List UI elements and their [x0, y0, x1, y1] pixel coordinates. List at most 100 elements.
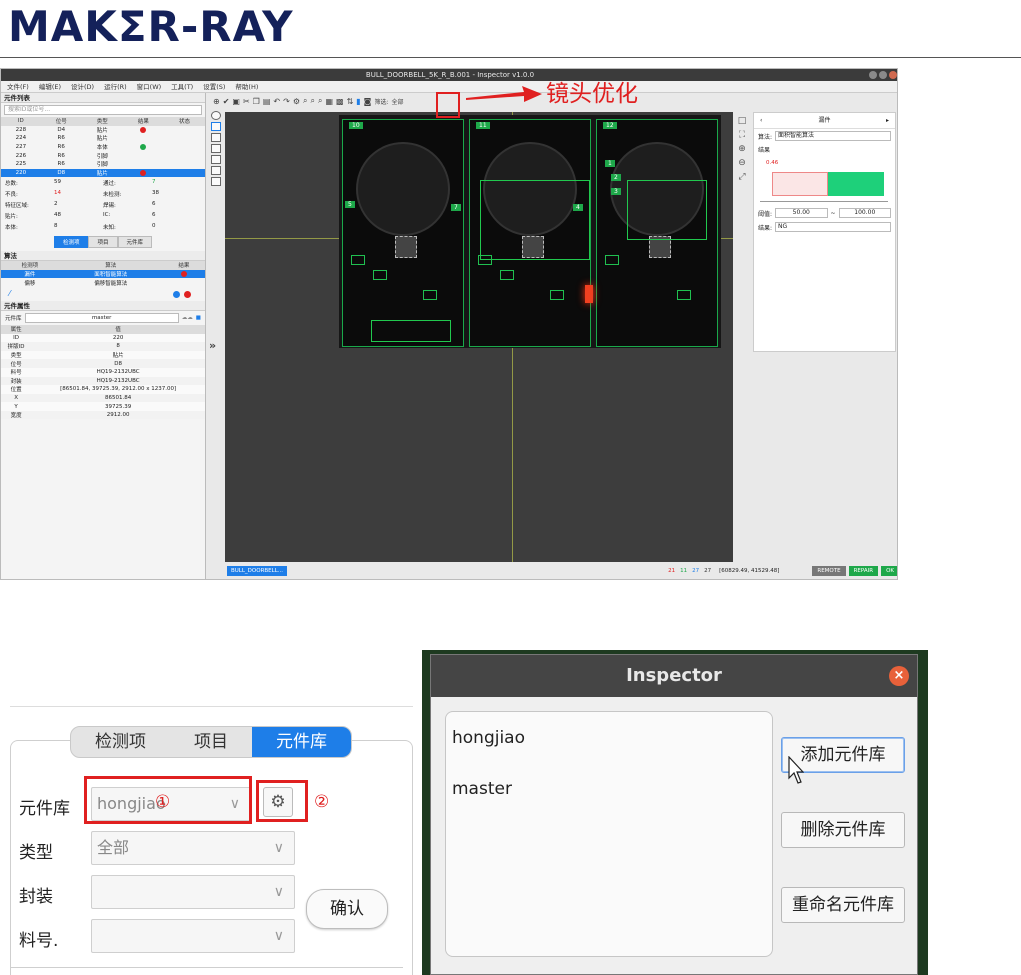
table-row[interactable]: ID 220: [1, 333, 205, 343]
package-select[interactable]: ∨: [91, 875, 295, 909]
redo-icon[interactable]: ↷: [283, 97, 290, 106]
tab-inspection-items[interactable]: 检测项: [71, 727, 170, 757]
library-list[interactable]: hongjiao master: [445, 711, 773, 957]
board-canvas[interactable]: 10 5 7 11 12 2 3 4 1: [225, 112, 733, 562]
layers-icon[interactable]: ▩: [336, 97, 344, 106]
table-row[interactable]: 224 R6 贴片: [1, 134, 205, 143]
menu-edit[interactable]: 编辑(E): [39, 81, 61, 92]
repair-button[interactable]: REPAIR: [848, 566, 879, 576]
table-row[interactable]: 位号 D8: [1, 359, 205, 368]
tab-project[interactable]: 项目: [88, 236, 118, 249]
rename-library-button[interactable]: 重命名元件库: [781, 887, 905, 923]
crosshair-icon[interactable]: ⊕: [213, 97, 220, 106]
delete-library-button[interactable]: 删除元件库: [781, 812, 905, 848]
sort-icon[interactable]: ⇅: [347, 97, 354, 106]
zoom-out-icon[interactable]: ⊖: [735, 156, 749, 170]
col-status[interactable]: 状态: [163, 117, 205, 126]
table-row[interactable]: 228 D4 贴片: [1, 126, 205, 135]
table-row[interactable]: 偏移 偏移智能算法: [1, 278, 205, 287]
algo-select[interactable]: 面积智能算法: [775, 131, 891, 141]
defect-marker[interactable]: [585, 285, 593, 303]
ok-button[interactable]: OK: [881, 566, 897, 576]
table-row[interactable]: 拼版ID 8: [1, 342, 205, 351]
add-algo-icon[interactable]: [173, 290, 180, 298]
menu-run[interactable]: 运行(R): [104, 81, 127, 92]
target-tool-icon[interactable]: [211, 111, 221, 120]
tab-library[interactable]: 元件库: [252, 727, 351, 757]
search-input[interactable]: 搜索ID或位号...: [4, 105, 202, 115]
table-row[interactable]: 225 R6 引脚: [1, 160, 205, 169]
frame-tool-icon[interactable]: [211, 155, 221, 164]
col-type[interactable]: 类型: [81, 117, 123, 126]
ic-chip[interactable]: [395, 236, 417, 258]
menu-window[interactable]: 窗口(W): [137, 81, 162, 92]
undo-icon[interactable]: ↶: [273, 97, 280, 106]
camera-icon[interactable]: ◙: [364, 97, 372, 106]
lock-icon[interactable]: ■: [196, 315, 201, 321]
list-item[interactable]: master: [452, 779, 512, 799]
part-number-select[interactable]: ∨: [91, 919, 295, 953]
component-pad[interactable]: [605, 255, 619, 265]
cloud-icon[interactable]: ☁☁: [182, 315, 193, 321]
table-row[interactable]: 料号 HQ19-2132UBC: [1, 367, 205, 377]
image-tool-icon[interactable]: [211, 144, 221, 153]
table-row[interactable]: 封装 HQ19-2132UBC: [1, 376, 205, 386]
remote-button[interactable]: REMOTE: [812, 566, 846, 576]
tab-inspection-items[interactable]: 检测项: [53, 236, 89, 249]
table-row[interactable]: X 86501.84: [1, 393, 205, 403]
menu-file[interactable]: 文件(F): [7, 81, 29, 92]
project-tab[interactable]: BULL_DOORBELL...: [227, 566, 288, 576]
zoom-icon[interactable]: ⌕: [303, 96, 307, 106]
component-pad[interactable]: [423, 290, 437, 300]
col-ref[interactable]: 位号: [40, 117, 82, 126]
rect-tool-icon[interactable]: [211, 133, 221, 142]
menu-tools[interactable]: 工具(T): [171, 81, 193, 92]
table-row[interactable]: Y 39725.39: [1, 402, 205, 411]
zoom-fit-icon[interactable]: ⌕: [318, 96, 322, 106]
component-pad[interactable]: [500, 270, 514, 280]
grid-icon[interactable]: ▦: [325, 97, 333, 106]
table-row[interactable]: 226 R6 引脚: [1, 151, 205, 160]
list-tool-icon[interactable]: [211, 177, 221, 186]
col-result[interactable]: 结果: [122, 117, 164, 126]
remove-algo-icon[interactable]: [184, 290, 191, 298]
fit-icon[interactable]: ⛶: [735, 128, 749, 142]
prev-icon[interactable]: ‹: [760, 113, 762, 129]
panel-tool-icon[interactable]: [211, 166, 221, 175]
table-row[interactable]: 类型 贴片: [1, 350, 205, 360]
menu-help[interactable]: 帮助(H): [235, 81, 258, 92]
zoom-in-icon[interactable]: ⊕: [735, 142, 749, 156]
component-pad[interactable]: [373, 270, 387, 280]
table-row[interactable]: 宽度 2912.00: [1, 410, 205, 420]
type-select[interactable]: 全部 ∨: [91, 831, 295, 865]
tab-project[interactable]: 项目: [170, 727, 252, 757]
threshold-max-input[interactable]: 100.00: [838, 208, 891, 218]
library-select[interactable]: master: [24, 312, 179, 323]
col-id[interactable]: ID: [1, 117, 41, 126]
frame-icon[interactable]: □: [735, 114, 749, 128]
component-pad[interactable]: [677, 290, 691, 300]
close-icon[interactable]: ×: [889, 666, 909, 686]
component-pad[interactable]: [550, 290, 564, 300]
table-row[interactable]: 227 R6 本体: [1, 143, 205, 152]
copy-icon[interactable]: ❐: [253, 97, 260, 106]
table-row[interactable]: 漏件 面积智能算法: [1, 269, 205, 279]
cut-icon[interactable]: ✂: [243, 97, 250, 106]
next-icon[interactable]: ▸: [886, 113, 889, 129]
table-row[interactable]: 220 D8 贴片: [1, 168, 205, 178]
menu-design[interactable]: 设计(D): [71, 81, 94, 92]
menu-settings[interactable]: 设置(S): [203, 81, 225, 92]
component-pad[interactable]: [351, 255, 365, 265]
wand-icon[interactable]: ⁄: [9, 289, 10, 298]
filter-select[interactable]: 全部: [391, 97, 403, 106]
tab-library[interactable]: 元件库: [117, 236, 153, 249]
minimize-icon[interactable]: [869, 71, 877, 79]
settings-icon[interactable]: ⚙: [293, 97, 300, 106]
threshold-min-input[interactable]: 50.00: [775, 208, 828, 218]
lens-optimize-icon[interactable]: ▮: [356, 97, 360, 106]
paste-icon[interactable]: ▤: [263, 97, 271, 106]
zoom-in-icon[interactable]: ⌕: [310, 96, 314, 106]
confirm-button[interactable]: 确认: [306, 889, 388, 929]
save-icon[interactable]: ▣: [232, 97, 240, 106]
close-icon[interactable]: [889, 71, 897, 79]
